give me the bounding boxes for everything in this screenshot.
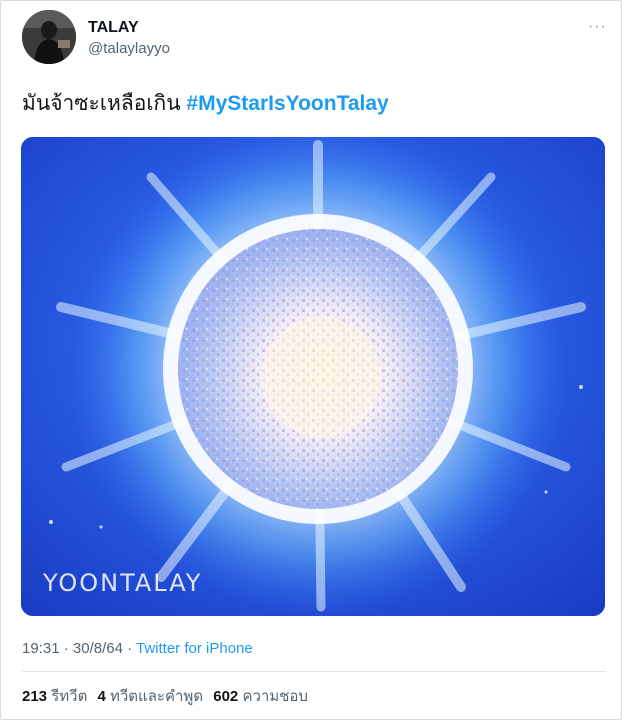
likes-label: ความชอบ xyxy=(242,688,308,705)
meta-separator: · xyxy=(59,640,73,657)
tweet-source-link[interactable]: Twitter for iPhone xyxy=(136,640,253,657)
quotes-label: ทวีตและคำพูด xyxy=(110,688,204,705)
meta-separator: · xyxy=(122,640,136,657)
retweets-label: รีทวีต xyxy=(51,688,88,705)
quotes-stat[interactable]: 4 ทวีตและคำพูด xyxy=(97,688,203,705)
image-watermark: YOONTALAY xyxy=(43,569,203,597)
tweet-image[interactable]: YOONTALAY xyxy=(21,137,605,616)
hashtag-link[interactable]: #MyStarIsYoonTalay xyxy=(186,92,388,115)
tweet-body: มันจ้าซะเหลือเกิน xyxy=(22,92,181,115)
quotes-count: 4 xyxy=(97,688,106,705)
likes-stat[interactable]: 602 ความชอบ xyxy=(213,688,308,705)
tweet-text: มันจ้าซะเหลือเกิน #MyStarIsYoonTalay xyxy=(22,91,389,117)
likes-count: 602 xyxy=(213,688,239,705)
tweet-date[interactable]: 30/8/64 xyxy=(73,640,123,657)
avatar-image xyxy=(22,10,76,64)
tweet-stats: 213 รีทวีต 4 ทวีตและคำพูด 602 ความชอบ xyxy=(22,684,314,708)
divider xyxy=(22,671,606,672)
user-name[interactable]: TALAY xyxy=(88,19,139,37)
tweet-time[interactable]: 19:31 xyxy=(22,640,60,657)
retweets-stat[interactable]: 213 รีทวีต xyxy=(22,688,87,705)
tweet-meta: 19:31 · 30/8/64 · Twitter for iPhone xyxy=(22,640,253,657)
more-dots-icon[interactable]: ··· xyxy=(588,18,607,36)
user-handle[interactable]: @talaylayyo xyxy=(88,40,170,57)
retweets-count: 213 xyxy=(22,688,48,705)
avatar[interactable] xyxy=(22,10,76,64)
sun-illustration xyxy=(21,137,605,616)
